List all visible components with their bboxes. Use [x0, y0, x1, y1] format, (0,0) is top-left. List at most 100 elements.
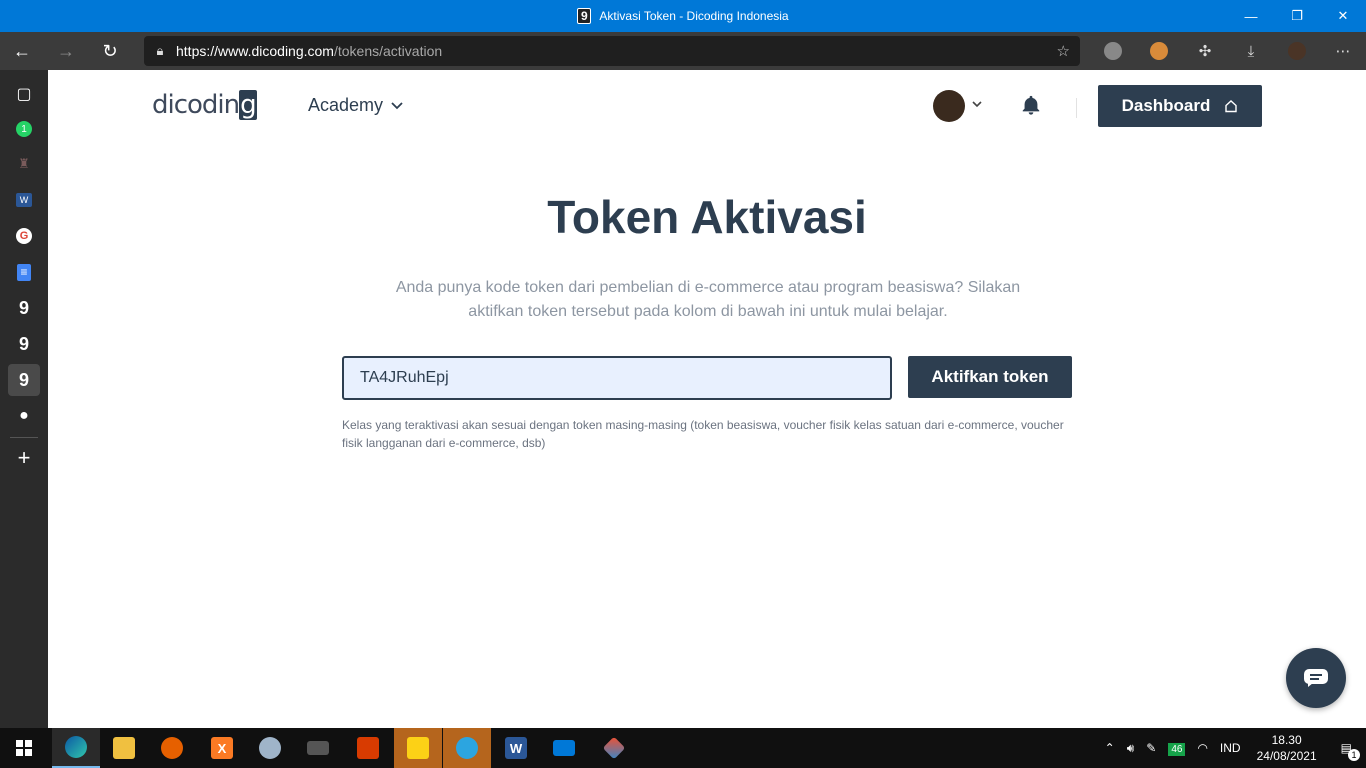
taskbar-explorer[interactable]: [100, 728, 148, 768]
downloads-icon[interactable]: ⤓: [1228, 32, 1274, 70]
dicoding-tab-active[interactable]: 9: [8, 364, 40, 396]
taskbar-mail[interactable]: [540, 728, 588, 768]
chevron-down-icon: [391, 101, 403, 109]
lock-icon: 🔒︎: [156, 43, 164, 58]
token-input[interactable]: [342, 356, 892, 400]
dicoding-tab[interactable]: 9: [8, 292, 40, 324]
page-title: Token Aktivasi: [547, 191, 867, 243]
taskbar-office[interactable]: [344, 728, 392, 768]
tray-chevron-up-icon[interactable]: ⌃: [1099, 741, 1121, 755]
home-icon: [1225, 100, 1238, 113]
window-titlebar: 9 Aktivasi Token - Dicoding Indonesia — …: [0, 0, 1366, 32]
start-button[interactable]: [0, 728, 48, 768]
web-page: dicoding Academy Dashboard Token Aktivas…: [48, 70, 1366, 728]
notification-center-icon[interactable]: ▤ 1: [1327, 741, 1366, 761]
academy-menu[interactable]: Academy: [308, 95, 403, 116]
git-icon: [602, 736, 626, 760]
dicoding-logo[interactable]: dicoding: [152, 90, 257, 120]
activate-token-button[interactable]: Aktifkan token: [908, 356, 1072, 398]
token-note: Kelas yang teraktivasi akan sesuai denga…: [342, 418, 1064, 450]
profile-avatar[interactable]: [1274, 32, 1320, 70]
docs-icon: ≡: [17, 263, 31, 281]
whatsapp-icon: 1: [16, 121, 32, 137]
dicoding-favicon-icon: 9: [577, 8, 592, 24]
logo-mark: g: [239, 90, 257, 120]
chevron-down-icon[interactable]: [972, 97, 982, 111]
browser-toolbar: ← → ↻ 🔒︎ https://www.dicoding.com/tokens…: [0, 32, 1366, 70]
folder-icon: [113, 737, 135, 759]
whatsapp-tab[interactable]: 1: [8, 113, 40, 145]
taskbar-word[interactable]: W: [492, 728, 540, 768]
logo-text: dicodin: [152, 90, 240, 120]
telegram-icon: [456, 737, 478, 759]
xampp-icon: X: [211, 737, 233, 759]
dicoding-tab[interactable]: 9: [8, 328, 40, 360]
castle-icon: ♜: [18, 156, 30, 171]
extensions-puzzle-icon[interactable]: ✣: [1182, 32, 1228, 70]
close-button[interactable]: ✕: [1320, 0, 1366, 32]
tabs-icon: ▢: [16, 86, 32, 103]
forward-button[interactable]: →: [44, 32, 88, 70]
github-icon: ●: [19, 407, 29, 424]
castle-tab[interactable]: ♜: [8, 148, 40, 180]
clock[interactable]: 18.30 24/08/2021: [1247, 732, 1327, 764]
dicoding-icon: 9: [18, 333, 29, 354]
sidebar-divider: [10, 437, 38, 438]
keyboard-icon: [307, 741, 329, 755]
minimize-button[interactable]: —: [1228, 0, 1274, 32]
firefox-icon: [161, 737, 183, 759]
dashboard-label: Dashboard: [1121, 96, 1211, 115]
restore-button[interactable]: ❐: [1274, 0, 1320, 32]
mail-icon: [553, 740, 575, 756]
taskbar-firefox[interactable]: [148, 728, 196, 768]
more-menu-icon[interactable]: ⋯: [1320, 32, 1366, 70]
back-button[interactable]: ←: [0, 32, 44, 70]
extension-icon[interactable]: [1090, 32, 1136, 70]
add-tab-button[interactable]: +: [8, 442, 40, 474]
docs-tab[interactable]: ≡: [8, 256, 40, 288]
url-path: /tokens/activation: [333, 43, 443, 59]
taskbar-edge[interactable]: [52, 728, 100, 768]
office-icon: [357, 737, 379, 759]
window-title: 9 Aktivasi Token - Dicoding Indonesia: [0, 0, 1366, 32]
wifi-icon[interactable]: ◠: [1191, 741, 1213, 755]
google-tab[interactable]: G: [8, 220, 40, 252]
header-divider: [1076, 98, 1077, 118]
page-subtitle: Anda punya kode token dari pembelian di …: [395, 279, 1021, 320]
volume-icon[interactable]: 🔊︎: [1121, 741, 1141, 756]
taskbar-telegram[interactable]: [443, 728, 491, 768]
dashboard-button[interactable]: Dashboard: [1098, 85, 1262, 127]
taskbar-git[interactable]: [590, 728, 638, 768]
taskbar-paint[interactable]: [246, 728, 294, 768]
taskbar-sticky-notes[interactable]: [394, 728, 442, 768]
dicoding-icon: 9: [18, 297, 29, 318]
refresh-button[interactable]: ↻: [88, 32, 132, 70]
chat-icon: [1304, 669, 1328, 687]
language-indicator[interactable]: IND: [1214, 741, 1247, 755]
google-icon: G: [16, 228, 32, 244]
windows-logo-icon: [16, 740, 32, 756]
address-bar[interactable]: 🔒︎ https://www.dicoding.com/tokens/activ…: [144, 36, 1080, 66]
tray-badge-count: 46: [1168, 743, 1186, 756]
taskbar-xampp[interactable]: X: [198, 728, 246, 768]
word-icon: W: [16, 193, 32, 207]
chat-button[interactable]: [1286, 648, 1346, 708]
tab-actions-icon[interactable]: ▢: [8, 78, 40, 110]
extension-icon[interactable]: [1136, 32, 1182, 70]
word-icon: W: [505, 737, 527, 759]
taskbar-keyboard[interactable]: [294, 728, 342, 768]
add-favorite-icon[interactable]: ☆: [1057, 42, 1070, 60]
user-avatar[interactable]: [933, 90, 965, 122]
word-tab[interactable]: W: [8, 184, 40, 216]
sticky-notes-icon: [407, 737, 429, 759]
github-tab[interactable]: ●: [8, 400, 40, 432]
notification-count: 1: [1348, 749, 1360, 761]
notification-bell-icon[interactable]: [1020, 94, 1042, 116]
url-host: https://www.dicoding.com: [176, 43, 334, 59]
pen-icon[interactable]: ✎: [1140, 741, 1162, 755]
browser-sidebar: ▢ 1 ♜ W G ≡ 9 9 9 ● +: [0, 70, 48, 728]
clock-time: 18.30: [1271, 733, 1302, 747]
tray-badge[interactable]: 46: [1162, 741, 1191, 756]
paint-icon: [259, 737, 281, 759]
dicoding-icon: 9: [18, 369, 29, 390]
